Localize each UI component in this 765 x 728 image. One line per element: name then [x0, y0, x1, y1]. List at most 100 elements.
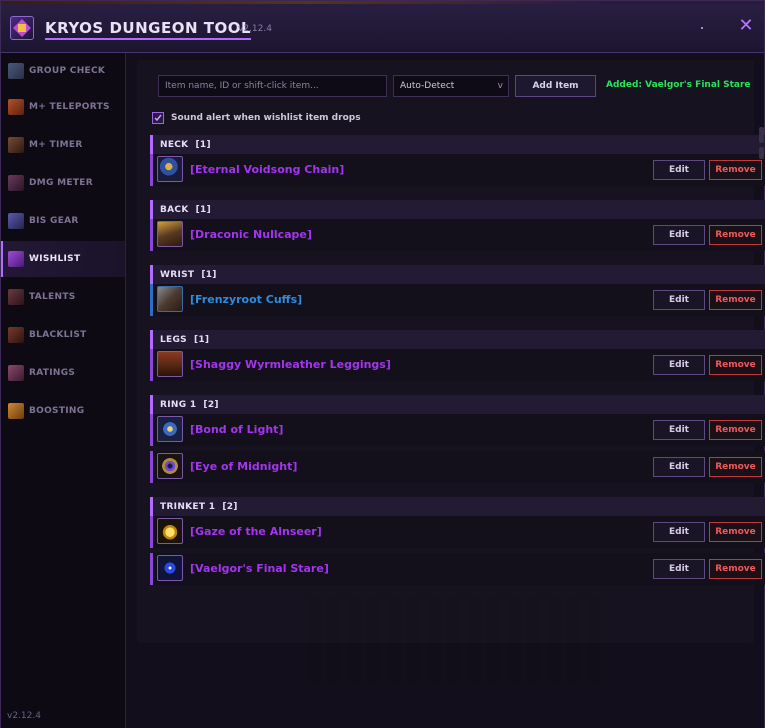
main-content: Auto-Detect v Add Item Added: Vaelgor's …: [126, 53, 765, 728]
slot-count: [2]: [203, 399, 219, 410]
edit-button[interactable]: Edit: [653, 160, 705, 180]
ring-eye-icon: [157, 453, 183, 479]
sidebar-item-label: TALENTS: [29, 292, 76, 302]
edit-button[interactable]: Edit: [653, 355, 705, 375]
edit-button[interactable]: Edit: [653, 420, 705, 440]
cloak-icon: [157, 221, 183, 247]
remove-button[interactable]: Remove: [709, 290, 762, 310]
remove-button[interactable]: Remove: [709, 522, 762, 542]
damage-meter-icon: [8, 175, 24, 191]
slot-count: [2]: [222, 501, 238, 512]
wishlist-item-row: [Shaggy Wyrmleather Leggings] Edit Remov…: [150, 349, 765, 381]
remove-button[interactable]: Remove: [709, 420, 762, 440]
scrollbar-arrow[interactable]: [759, 147, 764, 159]
slot-name: BACK: [160, 204, 189, 215]
wishlist-item-row: [Eye of Midnight] Edit Remove: [150, 451, 765, 483]
bracers-icon: [157, 286, 183, 312]
item-name-link[interactable]: [Eye of Midnight]: [190, 460, 297, 473]
edit-button[interactable]: Edit: [653, 225, 705, 245]
item-name-link[interactable]: [Vaelgor's Final Stare]: [190, 562, 329, 575]
app-version: v2.12.4: [238, 24, 272, 34]
remove-button[interactable]: Remove: [709, 559, 762, 579]
title-dot: [701, 27, 703, 29]
wishlist-item-row: [Bond of Light] Edit Remove: [150, 414, 765, 446]
item-search-input[interactable]: [158, 75, 387, 97]
boosting-icon: [8, 403, 24, 419]
slot-header-back: BACK [1]: [150, 200, 765, 219]
slot-name: LEGS: [160, 334, 187, 345]
slot-header-wrist: WRIST [1]: [150, 265, 765, 284]
sidebar-item-group-check[interactable]: GROUP CHECK: [1, 53, 125, 89]
slot-header-neck: NECK [1]: [150, 135, 765, 154]
slot-count: [1]: [193, 334, 210, 345]
slot-header-legs: LEGS [1]: [150, 330, 765, 349]
item-name-link[interactable]: [Gaze of the Alnseer]: [190, 525, 322, 538]
sidebar-item-blacklist[interactable]: BLACKLIST: [1, 317, 125, 353]
slot-header-trinket-1: TRINKET 1 [2]: [150, 497, 765, 516]
slot-count: [1]: [195, 204, 211, 215]
sidebar-version: v2.12.4: [7, 711, 41, 721]
sidebar-item-label: GROUP CHECK: [29, 66, 106, 76]
detect-mode-value: Auto-Detect: [400, 81, 455, 91]
sidebar-item-label: BOOSTING: [29, 406, 85, 416]
sidebar-item-bis-gear[interactable]: BIS GEAR: [1, 203, 125, 239]
item-name-link[interactable]: [Eternal Voidsong Chain]: [190, 163, 344, 176]
sidebar-item-label: DMG METER: [29, 178, 93, 188]
necklace-icon: [157, 156, 183, 182]
remove-button[interactable]: Remove: [709, 225, 762, 245]
close-icon: ✕: [738, 15, 754, 36]
sidebar-item-dmg-meter[interactable]: DMG METER: [1, 165, 125, 201]
close-button[interactable]: ✕: [736, 16, 756, 36]
edit-button[interactable]: Edit: [653, 290, 705, 310]
edit-button[interactable]: Edit: [653, 457, 705, 477]
item-name-link[interactable]: [Bond of Light]: [190, 423, 283, 436]
sidebar-item-m-timer[interactable]: M+ TIMER: [1, 127, 125, 163]
wishlist-panel: Auto-Detect v Add Item Added: Vaelgor's …: [137, 60, 765, 685]
sidebar-item-label: M+ TELEPORTS: [29, 102, 110, 112]
sidebar-item-talents[interactable]: TALENTS: [1, 279, 125, 315]
ratings-icon: [8, 365, 24, 381]
checkmark-icon: [154, 114, 162, 122]
wishlist-item-row: [Frenzyroot Cuffs] Edit Remove: [150, 284, 765, 316]
remove-button[interactable]: Remove: [709, 355, 762, 375]
trinket-orb-icon: [157, 518, 183, 544]
app-logo-icon: [10, 16, 34, 40]
sound-alert-checkbox[interactable]: [152, 112, 164, 124]
edit-button[interactable]: Edit: [653, 559, 705, 579]
group-check-icon: [8, 63, 24, 79]
wishlist-item-row: [Vaelgor's Final Stare] Edit Remove: [150, 553, 765, 585]
edit-button[interactable]: Edit: [653, 522, 705, 542]
leggings-icon: [157, 351, 183, 377]
wishlist-item-row: [Draconic Nullcape] Edit Remove: [150, 219, 765, 251]
sound-alert-label: Sound alert when wishlist item drops: [171, 113, 361, 123]
item-name-link[interactable]: [Frenzyroot Cuffs]: [190, 293, 302, 306]
app-window: KRYOS DUNGEON TOOL v2.12.4 ✕ GROUP CHECK…: [0, 0, 765, 728]
title-accent-strip: [1, 1, 764, 4]
wishlist-icon: [8, 251, 24, 267]
item-name-link[interactable]: [Shaggy Wyrmleather Leggings]: [190, 358, 391, 371]
sidebar-item-ratings[interactable]: RATINGS: [1, 355, 125, 391]
item-name-link[interactable]: [Draconic Nullcape]: [190, 228, 312, 241]
sidebar-item-label: BIS GEAR: [29, 216, 79, 226]
add-item-button[interactable]: Add Item: [515, 75, 596, 97]
bis-gear-icon: [8, 213, 24, 229]
talents-icon: [8, 289, 24, 305]
title-bar[interactable]: KRYOS DUNGEON TOOL v2.12.4 ✕: [1, 1, 764, 53]
slot-count: [1]: [201, 269, 217, 280]
remove-button[interactable]: Remove: [709, 457, 762, 477]
detect-mode-select[interactable]: Auto-Detect v: [393, 75, 509, 97]
slot-count: [1]: [195, 139, 211, 150]
slot-header-ring-1: RING 1 [2]: [150, 395, 765, 414]
slot-name: TRINKET 1: [160, 501, 216, 512]
sidebar-item-boosting[interactable]: BOOSTING: [1, 393, 125, 429]
slot-name: WRIST: [160, 269, 195, 280]
timer-icon: [8, 137, 24, 153]
sidebar: GROUP CHECK M+ TELEPORTS M+ TIMER DMG ME…: [1, 53, 126, 728]
sidebar-item-wishlist[interactable]: WISHLIST: [1, 241, 125, 277]
sidebar-item-m-teleports[interactable]: M+ TELEPORTS: [1, 89, 125, 125]
app-title: KRYOS DUNGEON TOOL: [45, 19, 252, 40]
remove-button[interactable]: Remove: [709, 160, 762, 180]
wishlist-item-row: [Eternal Voidsong Chain] Edit Remove: [150, 154, 765, 186]
scrollbar-thumb[interactable]: [759, 127, 764, 143]
ring-icon: [157, 416, 183, 442]
